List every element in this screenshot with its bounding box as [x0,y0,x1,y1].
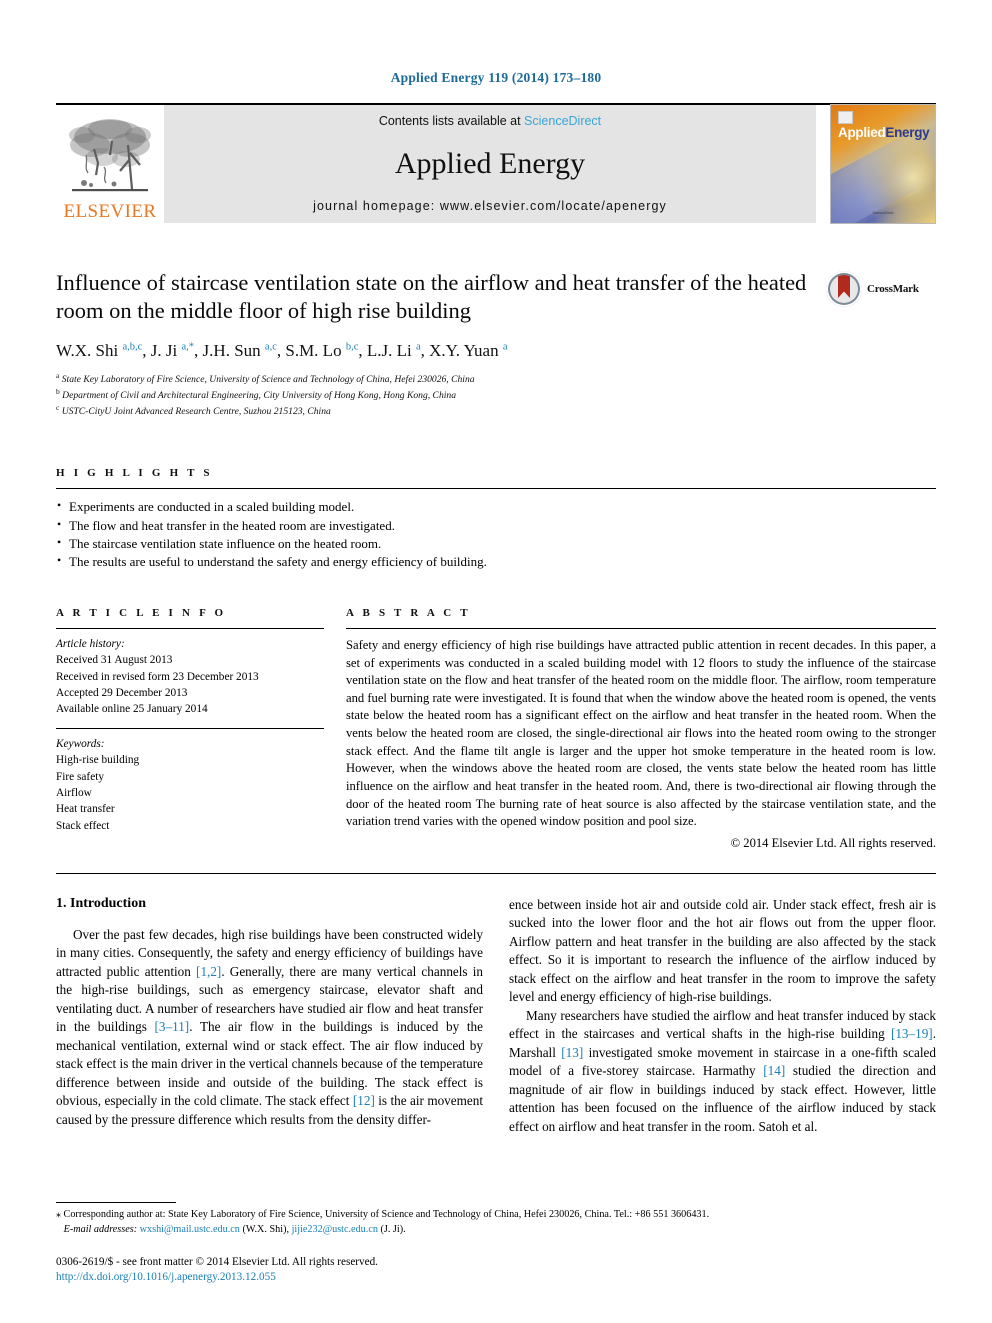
highlights-heading: H I G H L I G H T S [56,467,213,480]
footnote-area: ⁎ Corresponding author at: State Key Lab… [56,1201,936,1283]
journal-cover-image: AppliedEnergy ScienceDirect [830,104,936,224]
contents-prefix: Contents lists available at [378,114,525,128]
sciencedirect-link[interactable]: ScienceDirect [524,114,601,128]
article-info-column: A R T I C L E I N F O Article history: R… [56,607,324,851]
paragraph: ence between inside hot air and outside … [509,896,936,1005]
crossmark-badge[interactable]: CrossMark [826,269,936,307]
keyword-item: Heat transfer [56,803,115,816]
journal-homepage[interactable]: journal homepage: www.elsevier.com/locat… [313,199,667,213]
keyword-item: Stack effect [56,819,110,832]
section-heading-introduction: 1. Introduction [56,895,146,911]
abstract-divider [346,627,936,629]
history-item: Accepted 29 December 2013 [56,687,188,699]
article-info-heading: A R T I C L E I N F O [56,606,227,619]
affiliation-item: c USTC-CityU Joint Advanced Research Cen… [56,403,936,419]
cover-publisher-mark [838,111,853,124]
affiliation-text: State Key Laboratory of Fire Science, Un… [61,373,475,385]
list-item: Experiments are conducted in a scaled bu… [56,497,936,516]
affiliation-text: Department of Civil and Architectural En… [62,390,457,402]
elsevier-logo: ELSEVIER [56,105,164,223]
abstract-copyright: © 2014 Elsevier Ltd. All rights reserved… [730,835,936,850]
email-label: E-mail addresses: [63,1223,138,1235]
cover-footer-text: ScienceDirect [872,210,894,215]
title-text-block: Influence of staircase ventilation state… [56,269,826,325]
keyword-item: High-rise building [56,754,140,767]
running-head: Applied Energy 119 (2014) 173–180 [390,70,602,85]
affiliation-list: a State Key Laboratory of Fire Science, … [56,371,936,419]
affiliation-mark: a [56,370,60,380]
journal-title: Applied Energy [394,146,586,180]
crossmark-icon [826,271,862,307]
keyword-item: Airflow [56,786,92,799]
crossmark-label: CrossMark [867,283,919,295]
doi-link[interactable]: http://dx.doi.org/10.1016/j.apenergy.201… [56,1271,936,1283]
article-history-block: Article history: Received 31 August 2013… [56,636,324,718]
title-area: Influence of staircase ventilation state… [56,269,936,325]
paragraph: Many researchers have studied the airflo… [509,1007,936,1134]
issn-block: 0306-2619/$ - see front matter © 2014 El… [56,1255,936,1283]
corresponding-author-note: ⁎ Corresponding author at: State Key Lab… [56,1208,710,1220]
bookmark-ribbon-icon [838,275,850,298]
email-link-1[interactable]: wxshi@mail.ustc.edu.cn [140,1224,240,1235]
keywords-divider [56,727,324,729]
journal-band: Contents lists available at ScienceDirec… [164,105,816,223]
highlights-divider [56,488,936,490]
email-owner-1: (W.X. Shi), [242,1223,290,1235]
abstract-text: Safety and energy efficiency of high ris… [346,637,936,829]
affiliation-item: b Department of Civil and Architectural … [56,387,936,403]
abstract-heading: A B S T R A C T [346,606,471,619]
email-owner-2: (J. Ji). [380,1223,406,1235]
elsevier-tree-icon [69,119,151,192]
abstract-column: A B S T R A C T Safety and energy effici… [346,607,936,851]
footnote-divider [56,1201,176,1203]
body-column-left: 1. Introduction Over the past few decade… [56,896,483,1136]
author-list: W.X. Shi a,b,c, J. Ji a,*, J.H. Sun a,c,… [56,340,508,360]
keywords-block: Keywords: High-rise building Fire safety… [56,736,324,834]
journal-masthead: ELSEVIER Contents lists available at Sci… [56,103,936,224]
article-history-label: Article history: [56,637,125,650]
email-link-2[interactable]: jijie232@ustc.edu.cn [292,1224,378,1235]
highlights-list: Experiments are conducted in a scaled bu… [56,497,936,572]
history-item: Available online 25 January 2014 [56,703,208,716]
affiliation-item: a State Key Laboratory of Fire Science, … [56,371,936,387]
article-info-divider [56,627,324,629]
cover-title: AppliedEnergy [838,125,930,140]
keyword-item: Fire safety [56,770,104,783]
cover-title-energy: Energy [885,125,930,140]
elsevier-wordmark: ELSEVIER [63,201,157,222]
cover-title-applied: Applied [838,125,886,140]
page-title: Influence of staircase ventilation state… [56,270,807,323]
body-divider [56,872,936,874]
body-columns: 1. Introduction Over the past few decade… [56,896,936,1136]
paragraph: Over the past few decades, high rise bui… [56,926,483,1127]
affiliation-mark: b [56,386,60,396]
contents-lists-line: Contents lists available at ScienceDirec… [379,114,601,128]
list-item: The flow and heat transfer in the heated… [56,515,936,535]
info-abstract-row: A R T I C L E I N F O Article history: R… [56,607,936,851]
history-item: Received 31 August 2013 [56,654,173,667]
highlights-section: H I G H L I G H T S Experiments are cond… [56,467,936,572]
list-item: The staircase ventilation state influenc… [56,534,936,553]
history-item: Received in revised form 23 December 201… [56,670,259,683]
keywords-label: Keywords: [56,737,105,750]
affiliation-text: USTC-CityU Joint Advanced Research Centr… [61,406,331,418]
email-note: E-mail addresses: wxshi@mail.ustc.edu.cn… [56,1223,936,1238]
list-item: The results are useful to understand the… [56,552,936,571]
journal-cover: AppliedEnergy ScienceDirect [816,104,936,224]
journal-page: Applied Energy 119 (2014) 173–180 ELSEVI… [0,0,992,1323]
crossmark-icon-inner [830,275,858,303]
affiliation-mark: c [56,402,60,412]
issn-line: 0306-2619/$ - see front matter © 2014 El… [56,1256,378,1269]
body-column-right: ence between inside hot air and outside … [509,896,936,1136]
